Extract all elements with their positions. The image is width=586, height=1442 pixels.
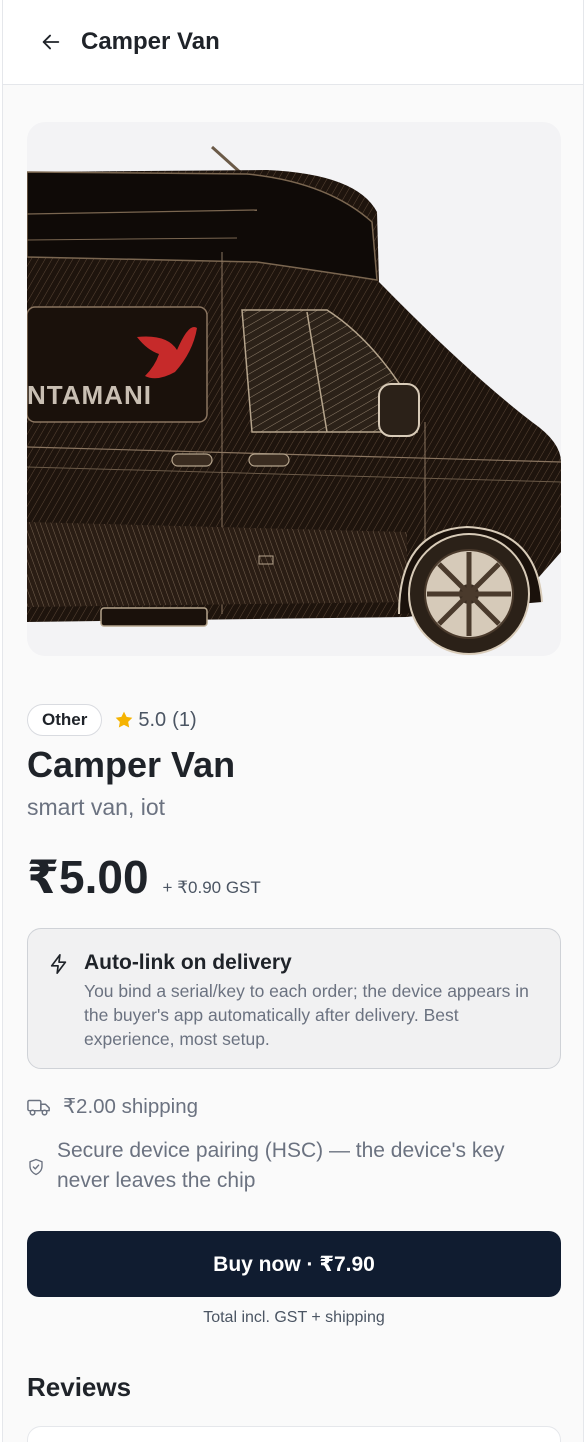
auto-link-card: Auto-link on delivery You bind a serial/…: [27, 928, 561, 1069]
rating-value: 5.0: [138, 708, 167, 731]
rating: 5.0 (1): [114, 708, 197, 732]
page-title: Camper Van: [81, 28, 220, 55]
product-tags: smart van, iot: [27, 794, 166, 820]
feature-title: Auto-link on delivery: [84, 951, 292, 974]
gst-note: + ₹0.90 GST: [162, 878, 261, 897]
reviews-heading: Reviews: [27, 1372, 132, 1402]
review-card: [27, 1426, 561, 1442]
rating-count: (1): [172, 708, 197, 731]
shield-icon: [29, 1158, 43, 1176]
price: ₹5.00: [27, 851, 149, 903]
arrow-left-icon: [42, 34, 60, 50]
brand-lettering: NTAMANI: [27, 380, 152, 410]
star-icon: [116, 711, 133, 728]
product-image: NTAMANI: [27, 122, 561, 656]
truck-icon: [27, 1099, 50, 1116]
back-button[interactable]: [31, 22, 71, 62]
top-bar: Camper Van: [3, 0, 583, 85]
feature-description: You bind a serial/key to each order; the…: [84, 981, 529, 1049]
buy-now-button[interactable]: Buy now · ₹7.90: [27, 1231, 561, 1297]
security-row: Secure device pairing (HSC) — the device…: [27, 1136, 547, 1196]
shipping-row: ₹2.00 shipping: [27, 1094, 198, 1119]
category-chip[interactable]: Other: [27, 704, 103, 736]
app-frame: Camper Van NTAMANI Other 5.0 (1) Camper …: [2, 0, 584, 1442]
shipping-text: ₹2.00 shipping: [63, 1095, 199, 1118]
price-row: ₹5.00 + ₹0.90 GST: [27, 850, 261, 904]
camper-van-illustration: NTAMANI: [27, 145, 561, 655]
bolt-icon: [50, 954, 67, 974]
security-text: Secure device pairing (HSC) — the device…: [57, 1139, 505, 1192]
product-title: Camper Van: [27, 744, 236, 785]
meta-row: Other 5.0 (1): [27, 704, 197, 736]
total-note: Total incl. GST + shipping: [203, 1309, 385, 1326]
